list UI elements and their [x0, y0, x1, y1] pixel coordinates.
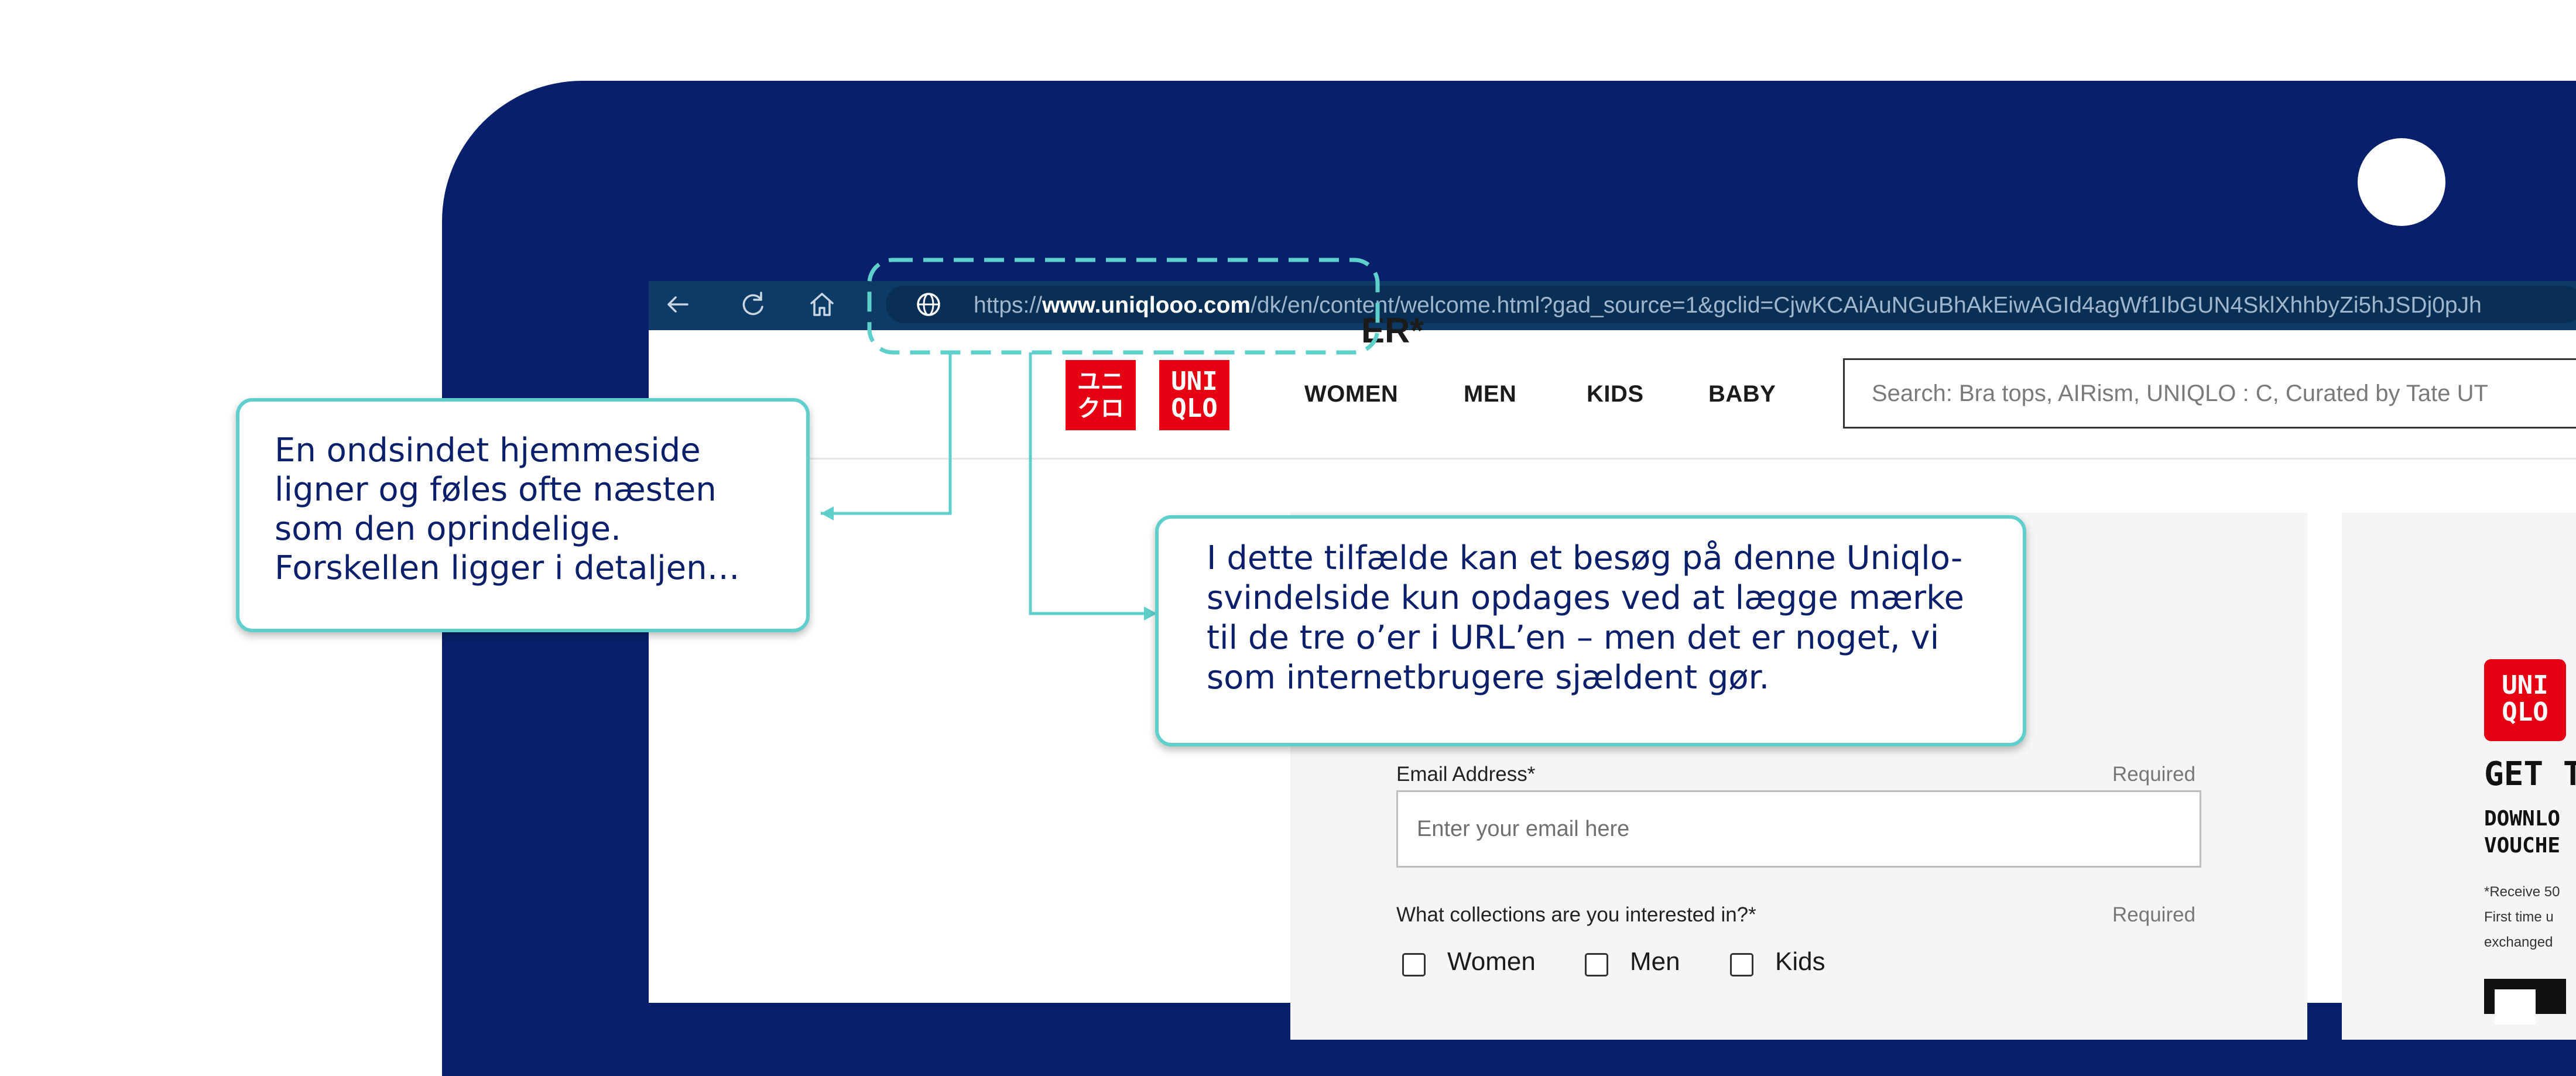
- callout-left-text: En ondsindet hjemmeside ligner og føles …: [275, 431, 740, 587]
- url-highlight-box: [867, 258, 1380, 355]
- connector-left-arrow: [821, 506, 834, 520]
- connector-right: [1029, 352, 1157, 615]
- callout-left: En ondsindet hjemmeside ligner og føles …: [236, 398, 810, 632]
- connector-left: [821, 352, 952, 515]
- callout-right: I dette tilfælde kan et besøg på denne U…: [1155, 515, 2026, 746]
- callout-right-text: I dette tilfælde kan et besøg på denne U…: [1207, 539, 1964, 697]
